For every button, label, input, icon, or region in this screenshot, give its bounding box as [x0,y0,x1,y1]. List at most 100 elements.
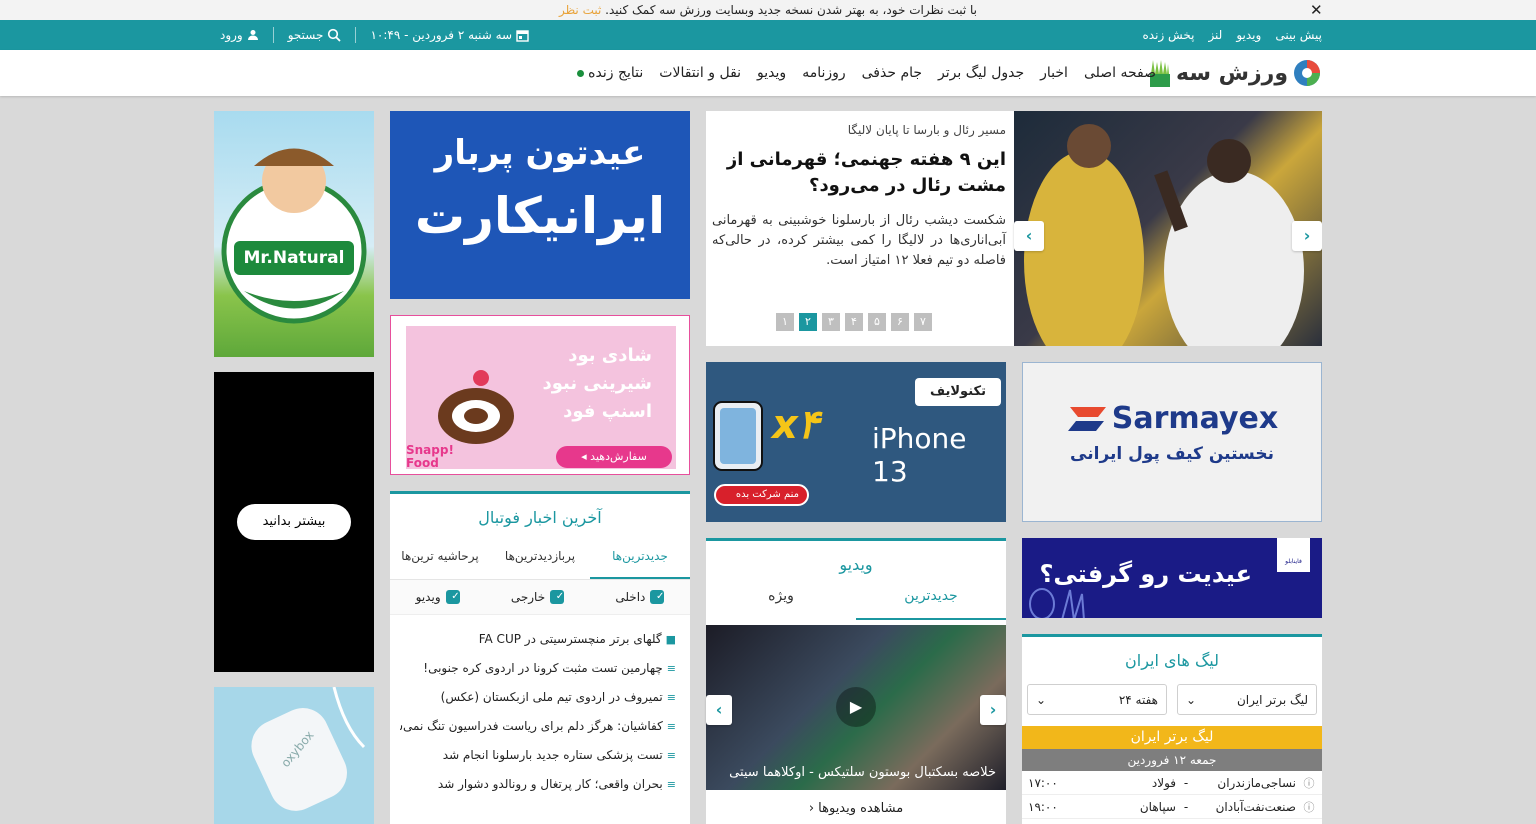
week-select[interactable]: هفته ۲۴ ⌄ [1027,684,1167,715]
close-icon[interactable]: ✕ [1310,0,1323,20]
list-item[interactable]: ≡ تمیروف در اردوی تیم ملی ازبکستان (عکس) [400,683,676,712]
filter-video-label: ویدیو [415,590,441,604]
ad-technolife[interactable]: تکنولایف x۴ iPhone 13 منم شرکت بده [706,362,1006,522]
top-link-lens[interactable]: لنز [1208,28,1222,42]
pager-dot[interactable]: ۷ [914,313,932,331]
chevron-left-icon: ‹ [808,801,815,816]
video-tabs: جدیدترین ویژه [706,574,1006,620]
nav-video[interactable]: ویدیو [757,65,786,81]
filter-domestic-label: داخلی [615,590,646,604]
list-item[interactable]: ≡ چهارمین تست مثبت کرونا در اردوی کره جنو… [400,654,676,683]
nav-home[interactable]: صفحه اصلی [1084,65,1156,81]
filter-video[interactable]: ✓ ویدیو [416,590,460,604]
sarmayex-tagline: نخستین کیف پول ایرانی [1070,444,1274,464]
sarmayex-logo-icon [1067,406,1106,431]
nav-newspaper[interactable]: روزنامه [802,65,845,81]
ad-iranicard[interactable]: عیدتون پربار ایرانیکارت [390,111,690,299]
text-lines-icon: ≡ [666,691,676,704]
ad-sarmayex[interactable]: Sarmayex نخستین کیف پول ایرانی [1022,362,1322,522]
technolife-logo: تکنولایف [915,378,1001,406]
tab-most-viewed[interactable]: پربازدیدترین‌ها [490,535,590,579]
nav-hazfi-cup[interactable]: جام حذفی [862,65,922,81]
list-item[interactable]: ≡ کفاشیان: هرگز دلم برای ریاست فدراسیون ت… [400,712,676,741]
pager-dot[interactable]: ۶ [891,313,909,331]
top-link-live[interactable]: پخش زنده [1143,28,1195,42]
more-videos-link[interactable]: مشاهده ویدیوها ‹ [706,790,1006,824]
top-link-prediction[interactable]: پیش بینی [1275,28,1322,42]
ad-black[interactable]: بیشتر بدانید [214,372,374,672]
video-panel: ویدیو جدیدترین ویژه ▶ خلاصه بسکتبال بوست… [706,538,1006,824]
pager-dot[interactable]: ۴ [845,313,863,331]
list-item[interactable]: ■ گلهای برتر منچسترسیتی در FA CUP [400,625,676,654]
chevron-down-icon: ⌄ [1186,692,1197,707]
search-button[interactable]: جستجو [288,28,342,42]
snapp-brand: Snapp! Food [406,443,454,470]
league-select-value: لیگ برتر ایران [1236,692,1308,707]
video-caption[interactable]: خلاصه بسکتبال بوستون سلتیکس - اوکلاهما س… [729,765,996,780]
video-thumbnail[interactable]: ▶ خلاصه بسکتبال بوستون سلتیکس - اوکلاهما… [706,625,1006,790]
list-item[interactable]: ≡ بحران واقعی؛ کار پرتغال و رونالدو دشوار… [400,770,676,799]
learn-more-button[interactable]: بیشتر بدانید [237,504,351,540]
ad-mrnatural[interactable]: Mr.Natural [214,111,374,357]
table-row[interactable]: ⓘ نساجی‌مازندران - فولاد ۱۷:۰۰ [1022,771,1322,795]
login-button[interactable]: ورود [220,28,259,42]
divider [272,27,274,43]
snapp-order-button[interactable]: سفارش‌دهید ◂ [556,446,672,468]
mrnatural-text: Mr.Natural [243,248,345,268]
technolife-cta-button[interactable]: منم شرکت بده [714,484,809,506]
hero-next-button[interactable]: › [1292,221,1322,251]
match-time: ۱۷:۰۰ [1028,775,1058,790]
nav-live-results[interactable]: نتایج زنده [577,65,643,81]
match-time: ۱۹:۰۰ [1028,799,1058,814]
divider [355,27,357,43]
top-link-video[interactable]: ویدیو [1236,28,1261,42]
tab-video-special[interactable]: ویژه [706,574,856,620]
snapp-copy: شادی بود شیرینی نبود اسنپ فود [543,342,652,426]
filter-domestic[interactable]: ✓ داخلی [615,590,665,604]
nav-league-table[interactable]: جدول لیگ برتر [938,65,1024,81]
hero-prev-button[interactable]: ‹ [1014,221,1044,251]
info-icon[interactable]: ⓘ [1296,775,1322,791]
table-row[interactable]: ⓘ صنعت‌نفت‌آبادان - سپاهان ۱۹:۰۰ [1022,795,1322,819]
pager-dot[interactable]: ۱ [776,313,794,331]
tab-video-latest[interactable]: جدیدترین [856,574,1006,620]
league-select[interactable]: لیگ برتر ایران ⌄ [1177,684,1317,715]
filter-foreign-label: خارجی [510,590,546,604]
video-next-button[interactable]: › [980,695,1006,725]
date-text: سه شنبه ۲ فروردین - ۱۰:۴۹ [370,28,513,42]
tab-latest[interactable]: جدیدترین‌ها [590,535,690,579]
news-item-text: چهارمین تست مثبت کرونا در اردوی کره جنوب… [423,661,663,675]
iranicard-line2: ایرانیکارت [414,187,666,245]
site-logo[interactable]: ورزش سه [1148,57,1322,89]
hero-image[interactable]: › ‹ [1014,111,1322,346]
list-item[interactable]: ≡ تست پزشکی ستاره جدید بارسلونا انجام شد [400,741,676,770]
news-list: ■ گلهای برتر منچسترسیتی در FA CUP ≡ چهارمی… [390,615,690,799]
play-icon[interactable]: ▶ [836,687,876,727]
user-icon [247,30,258,40]
hero-pager: ۱ ۲ ۳ ۴ ۵ ۶ ۷ [776,313,932,331]
nav-transfers[interactable]: نقل و انتقالات [659,65,741,81]
notice-link[interactable]: ثبت نظر [559,3,601,17]
news-item-text: تست پزشکی ستاره جدید بارسلونا انجام شد [442,748,663,762]
nav-news[interactable]: اخبار [1040,65,1068,81]
ad-snapp[interactable]: شادی بود شیرینی نبود اسنپ فود سفارش‌دهید… [390,315,690,475]
news-item-text: تمیروف در اردوی تیم ملی ازبکستان (عکس) [440,690,663,704]
hero-headline[interactable]: این ۹ هفته جهنمی؛ قهرمانی از مشت رئال در… [712,147,1006,199]
hero-kicker[interactable]: مسیر رئال و بارسا تا پایان لالیگا [712,123,1006,137]
nav-links: صفحه اصلی اخبار جدول لیگ برتر جام حذفی ر… [577,50,1156,96]
news-title: آخرین اخبار فوتبال [478,508,602,527]
main-nav: ورزش سه صفحه اصلی اخبار جدول لیگ برتر جا… [0,50,1536,96]
logo-wordmark: ورزش سه [1176,60,1288,86]
tab-controversial[interactable]: پرحاشیه ترین‌ها [390,535,490,579]
ad-finnotech[interactable]: فاینابلو عیدیت رو گرفتی؟ [1022,538,1322,618]
pager-dot[interactable]: ۳ [822,313,840,331]
video-prev-button[interactable]: ‹ [706,695,732,725]
filter-foreign[interactable]: ✓ خارجی [510,590,565,604]
hero-slider: › ‹ مسیر رئال و بارسا تا پایان لالیگا ای… [706,111,1322,346]
info-icon[interactable]: ⓘ [1296,799,1322,815]
ad-oxybox[interactable]: oxybox [214,687,374,824]
news-item-text: کفاشیان: هرگز دلم برای ریاست فدراسیون تن… [400,719,663,733]
date-display: سه شنبه ۲ فروردین - ۱۰:۴۹ [370,28,529,42]
pager-dot-active[interactable]: ۲ [799,313,817,331]
pager-dot[interactable]: ۵ [868,313,886,331]
